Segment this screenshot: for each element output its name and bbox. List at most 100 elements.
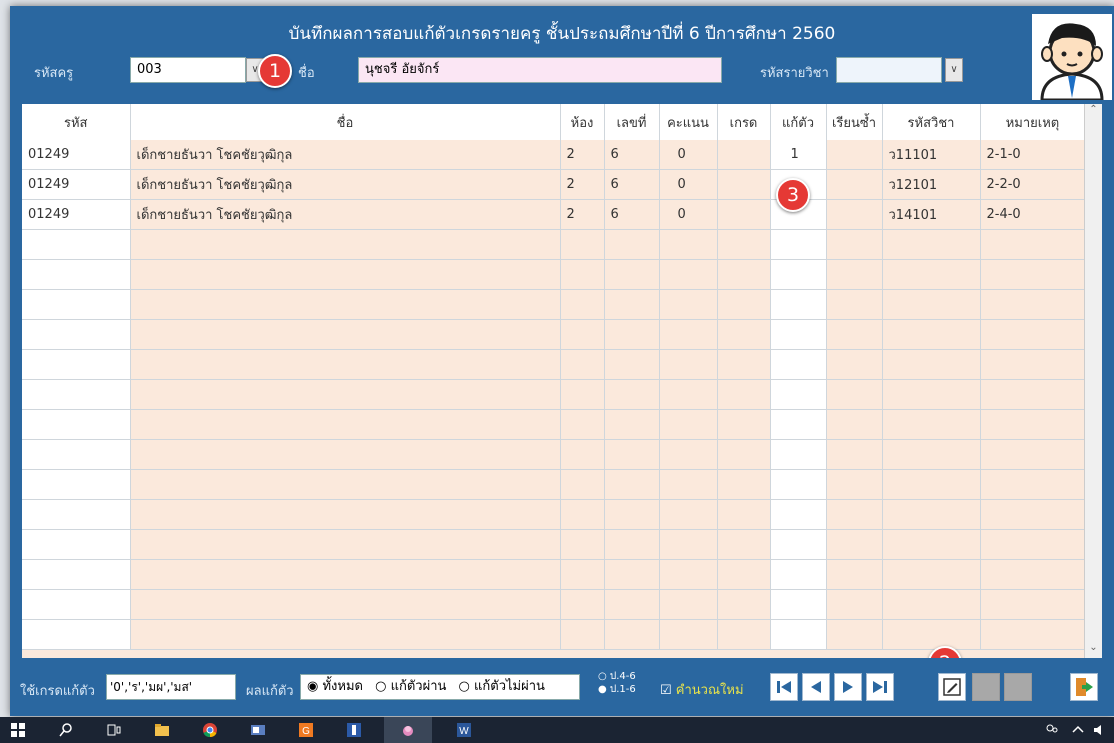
empty-cell[interactable] — [826, 559, 883, 590]
empty-cell[interactable] — [882, 379, 981, 410]
empty-cell[interactable] — [22, 229, 131, 260]
empty-cell[interactable] — [826, 439, 883, 470]
empty-cell[interactable] — [560, 289, 605, 320]
empty-cell[interactable] — [770, 229, 827, 260]
empty-cell[interactable] — [717, 259, 771, 290]
empty-cell[interactable] — [980, 589, 1086, 620]
database-app-icon[interactable] — [346, 722, 362, 738]
empty-cell[interactable] — [604, 289, 660, 320]
empty-cell[interactable] — [770, 499, 827, 530]
empty-cell[interactable] — [980, 349, 1086, 380]
empty-cell[interactable] — [130, 619, 561, 650]
speaker-icon[interactable] — [1092, 722, 1108, 738]
empty-cell[interactable] — [22, 349, 131, 380]
empty-cell[interactable] — [717, 529, 771, 560]
empty-cell[interactable] — [826, 499, 883, 530]
chevron-up-icon[interactable] — [1070, 722, 1086, 738]
empty-cell[interactable] — [560, 529, 605, 560]
word-icon[interactable]: W — [456, 722, 472, 738]
grade-cell[interactable] — [717, 169, 771, 200]
empty-cell[interactable] — [882, 409, 981, 440]
empty-cell[interactable] — [604, 349, 660, 380]
radio-level-a[interactable]: ○ ป.4-6 — [598, 670, 636, 683]
empty-cell[interactable] — [826, 379, 883, 410]
empty-table-row[interactable] — [22, 229, 1086, 260]
student-code-cell[interactable]: 01249 — [22, 140, 131, 170]
empty-cell[interactable] — [130, 559, 561, 590]
empty-cell[interactable] — [826, 349, 883, 380]
empty-cell[interactable] — [882, 289, 981, 320]
column-header[interactable]: คะแนน — [659, 104, 718, 140]
radio-fail[interactable]: ○ แก้ตัวไม่ผ่าน — [459, 679, 545, 694]
empty-cell[interactable] — [717, 439, 771, 470]
room-cell[interactable]: 2 — [560, 169, 605, 200]
empty-table-row[interactable] — [22, 379, 1086, 410]
empty-cell[interactable] — [770, 409, 827, 440]
empty-cell[interactable] — [980, 469, 1086, 500]
empty-cell[interactable] — [882, 529, 981, 560]
empty-cell[interactable] — [560, 259, 605, 290]
empty-cell[interactable] — [604, 619, 660, 650]
empty-table-row[interactable] — [22, 349, 1086, 380]
empty-cell[interactable] — [882, 349, 981, 380]
empty-table-row[interactable] — [22, 469, 1086, 500]
scroll-up-icon[interactable]: ⌃ — [1085, 104, 1102, 121]
empty-cell[interactable] — [826, 529, 883, 560]
empty-cell[interactable] — [659, 439, 718, 470]
empty-cell[interactable] — [717, 469, 771, 500]
active-taskbar-item[interactable] — [384, 717, 432, 743]
file-explorer-icon[interactable] — [154, 722, 170, 738]
task-view-icon[interactable] — [106, 722, 122, 738]
empty-cell[interactable] — [22, 259, 131, 290]
empty-cell[interactable] — [604, 229, 660, 260]
empty-cell[interactable] — [130, 229, 561, 260]
empty-cell[interactable] — [560, 469, 605, 500]
empty-cell[interactable] — [980, 559, 1086, 590]
number-cell[interactable]: 6 — [604, 199, 660, 230]
room-cell[interactable]: 2 — [560, 199, 605, 230]
empty-cell[interactable] — [826, 259, 883, 290]
empty-cell[interactable] — [560, 349, 605, 380]
repeat-cell[interactable] — [826, 169, 883, 200]
empty-cell[interactable] — [980, 529, 1086, 560]
grade-cell[interactable] — [717, 140, 771, 170]
empty-cell[interactable] — [22, 319, 131, 350]
radio-level-b[interactable]: ● ป.1-6 — [598, 683, 636, 696]
empty-cell[interactable] — [22, 619, 131, 650]
empty-cell[interactable] — [130, 469, 561, 500]
number-cell[interactable]: 6 — [604, 169, 660, 200]
empty-cell[interactable] — [22, 559, 131, 590]
empty-table-row[interactable] — [22, 499, 1086, 530]
empty-cell[interactable] — [770, 589, 827, 620]
empty-cell[interactable] — [770, 379, 827, 410]
student-name-cell[interactable]: เด็กชายธันวา โชคชัยวุฒิกุล — [130, 199, 561, 230]
empty-cell[interactable] — [604, 469, 660, 500]
empty-cell[interactable] — [130, 529, 561, 560]
subject-code-dropdown-button[interactable]: ∨ — [945, 58, 963, 82]
empty-cell[interactable] — [882, 319, 981, 350]
empty-cell[interactable] — [826, 409, 883, 440]
empty-cell[interactable] — [560, 439, 605, 470]
empty-cell[interactable] — [130, 409, 561, 440]
empty-cell[interactable] — [717, 559, 771, 590]
empty-table-row[interactable] — [22, 259, 1086, 290]
vertical-scrollbar[interactable]: ⌃ ⌄ — [1084, 104, 1102, 659]
column-header[interactable]: ชื่อ — [130, 104, 561, 140]
empty-cell[interactable] — [717, 619, 771, 650]
people-icon[interactable] — [1044, 722, 1060, 738]
score-cell[interactable]: 0 — [659, 199, 718, 230]
empty-cell[interactable] — [22, 499, 131, 530]
empty-cell[interactable] — [130, 499, 561, 530]
exit-button[interactable] — [1070, 673, 1098, 701]
empty-cell[interactable] — [770, 529, 827, 560]
empty-cell[interactable] — [130, 289, 561, 320]
empty-cell[interactable] — [659, 469, 718, 500]
column-header[interactable]: เรียนซ้ำ — [826, 104, 883, 140]
empty-cell[interactable] — [604, 499, 660, 530]
empty-table-row[interactable] — [22, 439, 1086, 470]
retake-cell[interactable]: 1 — [770, 140, 827, 170]
empty-cell[interactable] — [130, 379, 561, 410]
column-header[interactable]: แก้ตัว — [770, 104, 827, 140]
last-record-button[interactable] — [866, 673, 894, 701]
empty-cell[interactable] — [770, 619, 827, 650]
